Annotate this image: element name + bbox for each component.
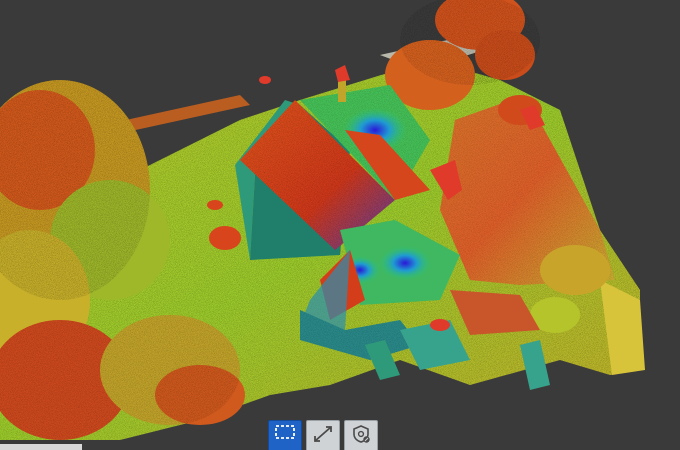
diagonal-measure-icon bbox=[314, 426, 332, 442]
dashed-rectangle-icon bbox=[275, 425, 295, 439]
point-cloud-viewer[interactable] bbox=[0, 0, 680, 450]
shield-gear-icon bbox=[353, 425, 370, 443]
lower-left-strip bbox=[0, 444, 82, 450]
viewer-toolbar bbox=[268, 420, 378, 450]
measure-distance-button[interactable] bbox=[306, 420, 340, 450]
select-region-button[interactable] bbox=[268, 420, 302, 450]
settings-button[interactable] bbox=[344, 420, 378, 450]
point-cloud-viewport[interactable] bbox=[0, 0, 680, 450]
